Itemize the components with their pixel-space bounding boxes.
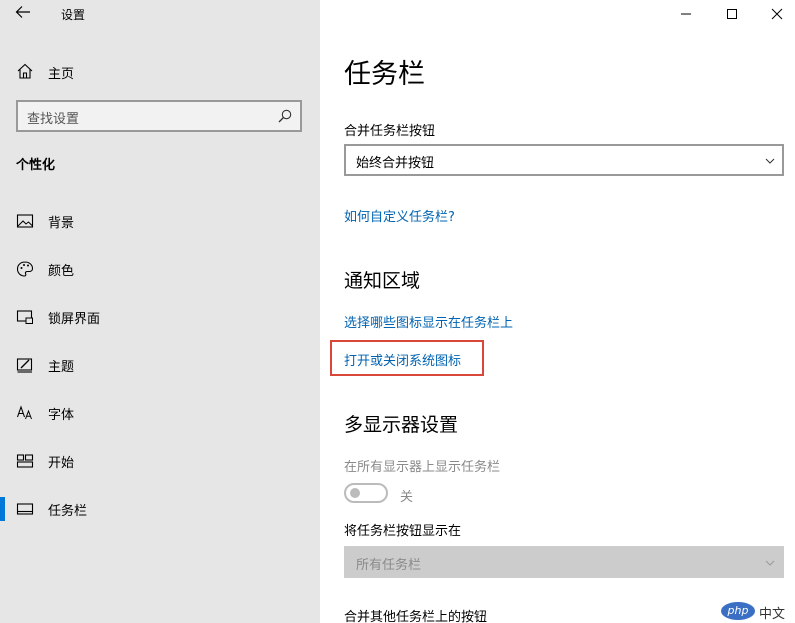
- back-button[interactable]: [14, 3, 34, 23]
- sidebar-item-label: 主题: [48, 360, 75, 375]
- toggle-knob: [350, 488, 360, 498]
- window-title: 设置: [61, 8, 86, 22]
- combine-other-taskbars-label: 合并其他任务栏上的按钮: [344, 610, 488, 623]
- search-input[interactable]: 查找设置: [16, 100, 302, 132]
- watermark-text: 中文网: [759, 607, 786, 622]
- sidebar-item-label: 开始: [48, 456, 75, 471]
- titlebar-left: 设置: [0, 0, 320, 28]
- lockscreen-icon: [16, 310, 33, 324]
- minimize-button[interactable]: [663, 0, 709, 28]
- nav-home[interactable]: 主页: [0, 54, 320, 88]
- search-icon[interactable]: [277, 108, 293, 124]
- start-icon: [16, 454, 34, 468]
- watermark: php 中文网: [717, 599, 795, 623]
- sidebar-item-label: 颜色: [48, 264, 75, 279]
- home-label: 主页: [48, 67, 75, 82]
- sidebar-item-themes[interactable]: 主题: [0, 345, 320, 385]
- toggle-state-label: 关: [400, 490, 414, 505]
- sidebar-item-taskbar[interactable]: 任务栏: [0, 489, 320, 529]
- sidebar-item-label: 字体: [48, 408, 75, 423]
- show-buttons-on-value: 所有任务栏: [356, 558, 422, 573]
- show-on-all-displays-label: 在所有显示器上显示任务栏: [344, 460, 501, 475]
- watermark-logo: php: [721, 602, 755, 620]
- sidebar-item-fonts[interactable]: 字体: [0, 393, 320, 433]
- page-title: 任务栏: [344, 59, 425, 90]
- chevron-down-icon: [765, 560, 775, 566]
- taskbar-icon: [16, 503, 34, 515]
- system-icons-link[interactable]: 打开或关闭系统图标: [344, 350, 461, 369]
- section-title-personalization: 个性化: [16, 158, 56, 173]
- combine-buttons-value: 始终合并按钮: [356, 156, 435, 171]
- arrow-left-icon: [15, 6, 30, 18]
- palette-icon: [16, 261, 34, 277]
- customize-taskbar-link[interactable]: 如何自定义任务栏?: [344, 206, 455, 225]
- chevron-down-icon: [765, 158, 775, 164]
- maximize-icon: [727, 9, 737, 19]
- settings-main: 任务栏 合并任务栏按钮 始终合并按钮 如何自定义任务栏? 通知区域 选择哪些图标…: [320, 0, 795, 623]
- settings-sidebar: 设置 主页 查找设置 个性化 背景 颜色 锁屏界面 主题 字体 开始 任务栏: [0, 0, 320, 623]
- theme-icon: [16, 358, 33, 373]
- search-placeholder: 查找设置: [27, 112, 80, 127]
- home-icon: [17, 63, 33, 79]
- sidebar-item-lockscreen[interactable]: 锁屏界面: [0, 297, 320, 337]
- sidebar-item-background[interactable]: 背景: [0, 201, 320, 241]
- show-buttons-on-label: 将任务栏按钮显示在: [344, 524, 462, 539]
- notification-area-heading: 通知区域: [344, 270, 421, 292]
- selected-indicator: [0, 497, 5, 521]
- select-icons-link[interactable]: 选择哪些图标显示在任务栏上: [344, 312, 513, 331]
- sidebar-item-colors[interactable]: 颜色: [0, 249, 320, 289]
- close-button[interactable]: [754, 0, 795, 28]
- combine-buttons-label: 合并任务栏按钮: [344, 124, 436, 139]
- show-buttons-on-dropdown[interactable]: 所有任务栏: [344, 546, 784, 578]
- maximize-button[interactable]: [709, 0, 755, 28]
- sidebar-item-label: 锁屏界面: [48, 312, 101, 327]
- close-icon: [771, 8, 783, 20]
- combine-buttons-dropdown[interactable]: 始终合并按钮: [344, 144, 784, 176]
- font-icon: [16, 405, 32, 420]
- minimize-icon: [681, 13, 691, 15]
- sidebar-item-label: 任务栏: [48, 504, 88, 519]
- sidebar-item-label: 背景: [48, 216, 75, 231]
- show-on-all-displays-toggle[interactable]: [344, 483, 388, 503]
- sidebar-item-start[interactable]: 开始: [0, 441, 320, 481]
- image-icon: [16, 214, 34, 228]
- multi-display-heading: 多显示器设置: [344, 414, 459, 436]
